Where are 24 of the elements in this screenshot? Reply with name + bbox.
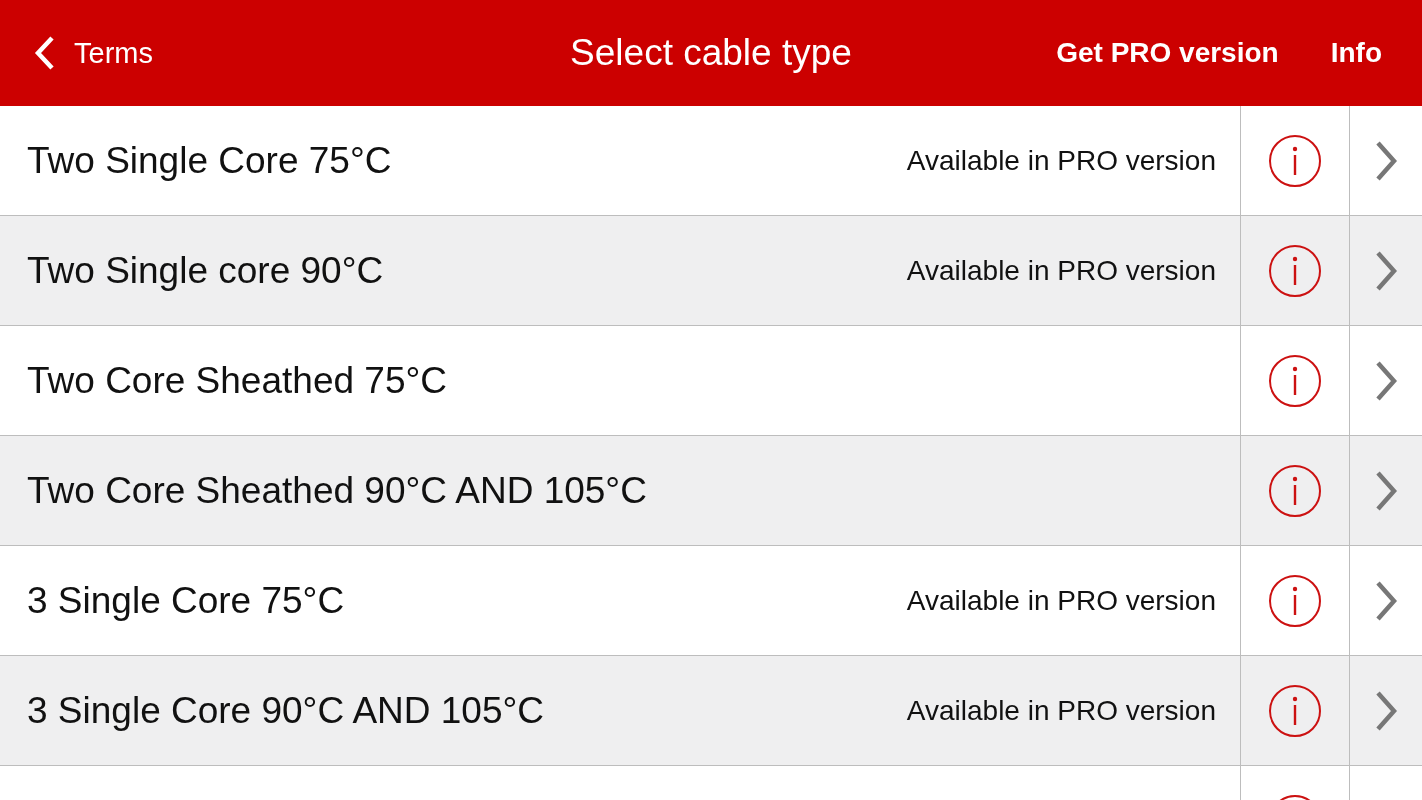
header-action-button[interactable]: Info bbox=[1330, 37, 1382, 69]
info-icon[interactable] bbox=[1268, 353, 1322, 408]
back-button[interactable]: Terms bbox=[34, 35, 153, 71]
cable-type-label: Two Core Sheathed 75°C bbox=[27, 359, 447, 402]
availability-note: Available in PRO version bbox=[906, 584, 1216, 617]
info-icon[interactable] bbox=[1268, 243, 1322, 298]
cable-type-label: Two Single Core 75°C bbox=[27, 139, 392, 182]
availability-note: Available in PRO version bbox=[906, 694, 1216, 727]
chevron-left-icon bbox=[34, 35, 56, 71]
list-row[interactable]: Two Core Sheathed 90°C AND 105°C bbox=[0, 436, 1422, 546]
info-icon[interactable] bbox=[1268, 573, 1322, 628]
info-icon[interactable] bbox=[1268, 133, 1322, 188]
header-action-button[interactable]: Get PRO version bbox=[1056, 37, 1279, 69]
availability-note: Available in PRO version bbox=[906, 254, 1216, 287]
cable-type-label: Two Single core 90°C bbox=[27, 249, 384, 292]
cable-type-label: 3 Single Core 90°C AND 105°C bbox=[27, 689, 545, 732]
cable-type-label: Two Core Sheathed 90°C AND 105°C bbox=[27, 469, 647, 512]
cable-type-label: 3 Single Core 75°C bbox=[27, 579, 345, 622]
list-row[interactable]: 3 Single Core 90°C AND 105°C Available in PRO version bbox=[0, 656, 1422, 766]
info-icon[interactable] bbox=[1268, 683, 1322, 738]
info-icon[interactable] bbox=[1268, 463, 1322, 518]
screen-title: Select cable type bbox=[570, 32, 852, 74]
list-row[interactable]: Two Single core 90°C Available in PRO version bbox=[0, 216, 1422, 326]
availability-note: Available in PRO version bbox=[906, 144, 1216, 177]
